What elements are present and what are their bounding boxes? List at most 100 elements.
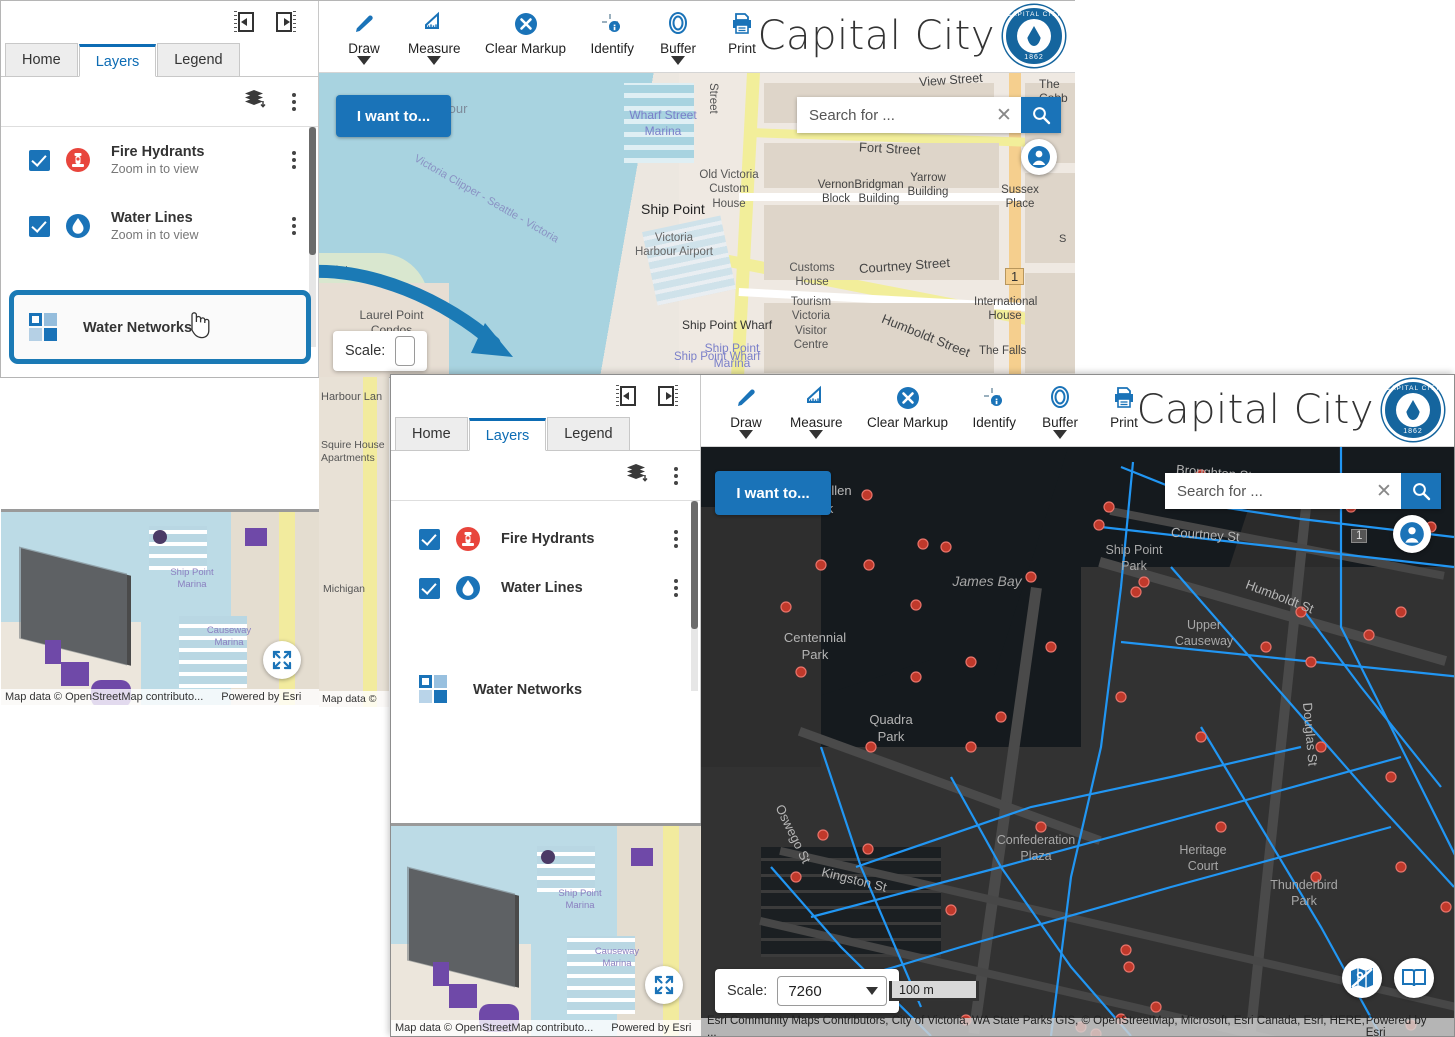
- overview-attribution-text: Map data © OpenStreetMap contributo...: [395, 1022, 593, 1034]
- panel-scrollbar-thumb[interactable]: [309, 127, 316, 255]
- scale-value: 7260: [788, 983, 821, 1000]
- buffer-dropdown-caret-icon[interactable]: [1053, 430, 1067, 439]
- i-want-to-button[interactable]: I want to...: [715, 471, 831, 515]
- identify-button[interactable]: Identify: [582, 3, 644, 56]
- group-row-water-networks[interactable]: Water Networks: [405, 667, 685, 713]
- basemap-gallery-button[interactable]: [1342, 958, 1382, 998]
- highway-shield: 1: [1005, 268, 1024, 285]
- fire-hydrants-layer: [701, 447, 1454, 1036]
- measure-label: Measure: [790, 415, 843, 430]
- search-input[interactable]: Search for ...: [797, 97, 987, 133]
- clear-x-icon: [894, 383, 922, 413]
- chevron-down-icon: [866, 987, 878, 995]
- tab-home[interactable]: Home: [5, 43, 78, 76]
- layer-row-water-lines[interactable]: Water Lines: [391, 559, 700, 617]
- ruler-icon: [803, 383, 829, 413]
- group-row-water-networks[interactable]: Water Networks: [15, 301, 305, 355]
- city-seal-logo: CAPITAL CITY 1862: [1382, 379, 1444, 441]
- map-toolbar-one: Draw Measure Clear Markup: [319, 1, 1075, 73]
- layer-label-group: Fire Hydrants Zoom in to view: [111, 143, 292, 178]
- user-avatar-icon[interactable]: [1393, 515, 1431, 553]
- map-canvas-one[interactable]: Victoria Inner Harbour Wharf Street Mari…: [319, 73, 1075, 377]
- identify-info-icon: [981, 383, 1007, 413]
- layer-checkbox-water-lines[interactable]: [29, 216, 50, 237]
- close-x-icon[interactable]: ✕: [1367, 473, 1401, 509]
- draw-button[interactable]: Draw: [717, 377, 775, 430]
- draw-button[interactable]: Draw: [335, 3, 393, 56]
- brand-title: Capital City: [758, 13, 995, 59]
- layer-row-fire-hydrants[interactable]: Fire Hydrants Zoom in to view: [1, 127, 318, 193]
- map-label: Michigan: [323, 583, 365, 595]
- scale-select[interactable]: 7260: [777, 976, 887, 1006]
- brand-title: Capital City: [1137, 387, 1374, 433]
- measure-button[interactable]: Measure: [399, 3, 470, 56]
- layer-more-menu-icon[interactable]: [292, 217, 296, 235]
- layer-checkbox-fire-hydrants[interactable]: [419, 529, 440, 550]
- tab-legend[interactable]: Legend: [547, 417, 629, 450]
- map-label: Yarrow Building: [901, 171, 955, 200]
- buffer-ring-icon: [1047, 383, 1073, 413]
- map-label: Heritage Court: [1166, 842, 1240, 875]
- collapse-right-icon[interactable]: [658, 385, 678, 407]
- printer-icon: [729, 9, 755, 39]
- overview-powered-by: Powered by Esri: [611, 1022, 691, 1034]
- layer-more-menu-icon[interactable]: [292, 151, 296, 169]
- tab-layers[interactable]: Layers: [79, 44, 157, 77]
- close-x-icon[interactable]: ✕: [987, 97, 1021, 133]
- tab-layers[interactable]: Layers: [469, 418, 547, 451]
- overview-label: Causeway Marina: [197, 625, 261, 649]
- layer-checkbox-water-lines[interactable]: [419, 578, 440, 599]
- search-input[interactable]: Search for ...: [1165, 473, 1367, 509]
- tab-home[interactable]: Home: [395, 417, 468, 450]
- buffer-dropdown-caret-icon[interactable]: [671, 56, 685, 65]
- collapse-right-icon[interactable]: [276, 11, 296, 33]
- search-icon[interactable]: [1021, 97, 1061, 133]
- panel-more-menu-icon[interactable]: [292, 93, 296, 111]
- buffer-button[interactable]: Buffer: [1031, 377, 1089, 430]
- search-icon[interactable]: [1401, 473, 1441, 509]
- scale-select[interactable]: [395, 336, 415, 366]
- map-label: Wharf Street Marina: [619, 108, 707, 139]
- legend-book-button[interactable]: [1394, 958, 1434, 998]
- layer-name: Fire Hydrants: [111, 143, 292, 161]
- layer-checkbox-fire-hydrants[interactable]: [29, 150, 50, 171]
- brand-area: Capital City CAPITAL CITY 1862: [758, 5, 1065, 67]
- panel-more-menu-icon[interactable]: [674, 467, 678, 485]
- overview-map-two[interactable]: Ship Point Marina Causeway Marina Map da…: [391, 823, 701, 1036]
- measure-dropdown-caret-icon[interactable]: [809, 430, 823, 439]
- collapse-left-icon[interactable]: [616, 385, 636, 407]
- expand-arrows-icon[interactable]: [645, 966, 683, 1004]
- layers-stack-icon[interactable]: [244, 89, 266, 114]
- panel-topbar: [1, 1, 318, 43]
- scale-bar: 100 m: [889, 981, 979, 1001]
- expand-arrows-icon[interactable]: [263, 641, 301, 679]
- overview-label: Ship Point Marina: [161, 567, 223, 591]
- map-canvas-two[interactable]: scmaθn / Peter Pollen Waterfront Park Ja…: [701, 447, 1454, 1036]
- panel-scrollbar-thumb[interactable]: [691, 501, 698, 629]
- clear-markup-button[interactable]: Clear Markup: [858, 377, 958, 430]
- i-want-to-button[interactable]: I want to...: [336, 95, 451, 137]
- tab-legend[interactable]: Legend: [157, 43, 239, 76]
- layer-row-water-lines[interactable]: Water Lines Zoom in to view: [1, 193, 318, 259]
- measure-button[interactable]: Measure: [781, 377, 852, 430]
- clear-markup-button[interactable]: Clear Markup: [476, 3, 576, 56]
- seal-top-text: CAPITAL CITY: [1006, 11, 1062, 18]
- draw-dropdown-caret-icon[interactable]: [357, 56, 371, 65]
- overview-attribution-two: Map data © OpenStreetMap contributo... P…: [391, 1020, 701, 1036]
- draw-dropdown-caret-icon[interactable]: [739, 430, 753, 439]
- map-label: S: [1059, 233, 1066, 245]
- collapse-left-icon[interactable]: [234, 11, 254, 33]
- measure-dropdown-caret-icon[interactable]: [427, 56, 441, 65]
- layers-stack-icon[interactable]: [626, 463, 648, 488]
- mouse-cursor-icon: [185, 309, 211, 339]
- buffer-button[interactable]: Buffer: [649, 3, 707, 56]
- overview-map-one[interactable]: Ship Point Marina Causeway Marina Map da…: [1, 509, 319, 705]
- user-avatar-icon[interactable]: [1021, 139, 1057, 175]
- window-one: Home Layers Legend: [0, 0, 1075, 378]
- layer-more-menu-icon[interactable]: [674, 530, 678, 548]
- layer-row-fire-hydrants[interactable]: Fire Hydrants: [391, 501, 700, 559]
- layer-more-menu-icon[interactable]: [674, 579, 678, 597]
- identify-button[interactable]: Identify: [964, 377, 1026, 430]
- map-label: Confederation Plaza: [986, 832, 1086, 865]
- map-label: Centennial Park: [775, 630, 855, 664]
